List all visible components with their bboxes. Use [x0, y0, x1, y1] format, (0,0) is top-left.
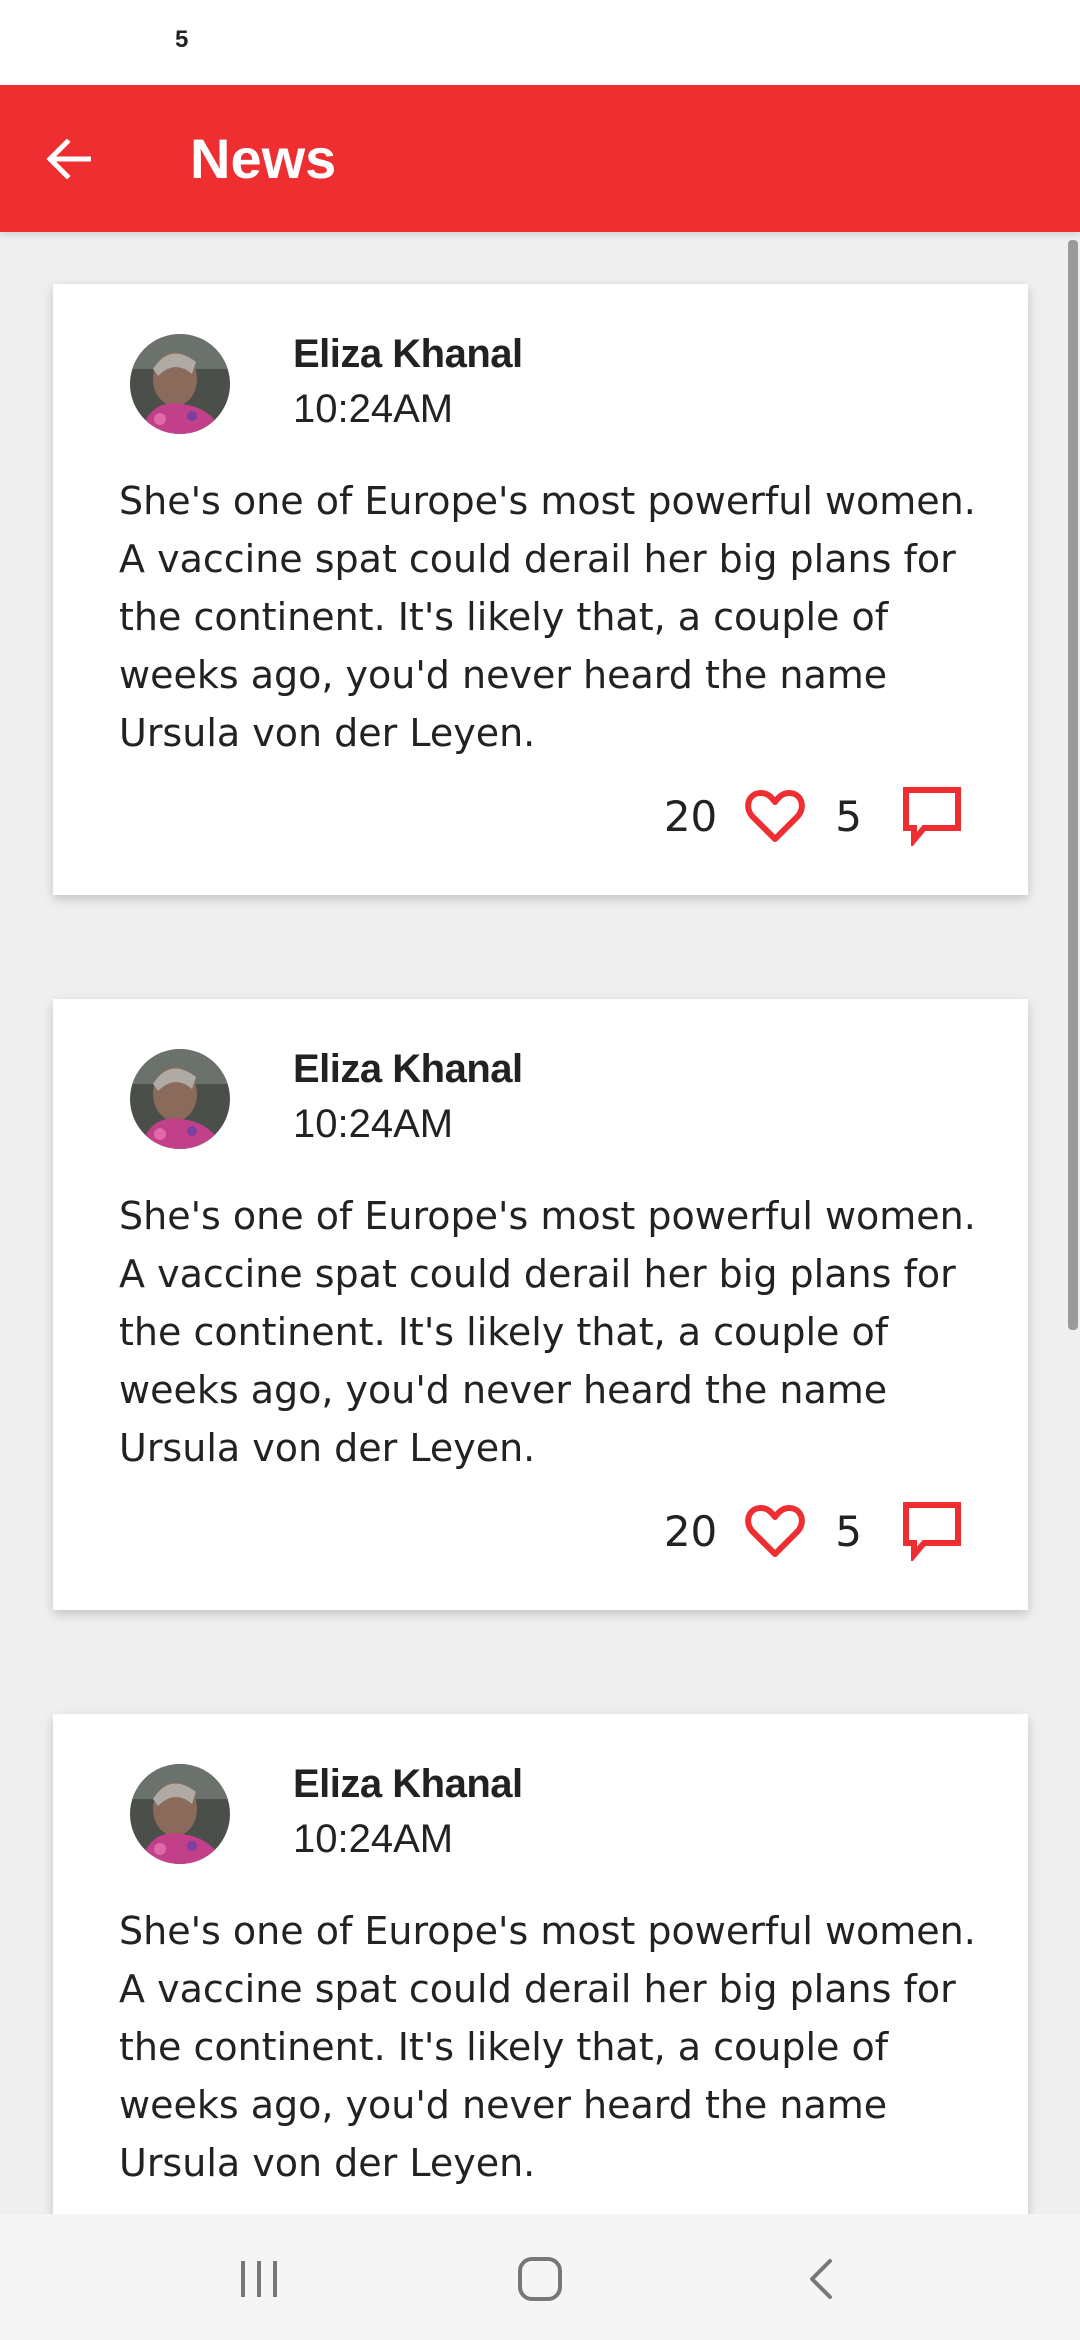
avatar[interactable]: [130, 1764, 230, 1864]
like-button[interactable]: [745, 1504, 806, 1558]
comment-button[interactable]: [902, 786, 962, 846]
home-button[interactable]: [500, 2244, 580, 2314]
news-card[interactable]: Eliza Khanal 10:24AM She's one of Europe…: [53, 999, 1028, 1610]
recents-button[interactable]: [219, 2244, 299, 2314]
back-button[interactable]: [36, 129, 100, 189]
post-time: 10:24AM: [293, 1102, 454, 1146]
like-button[interactable]: [745, 789, 806, 843]
comment-button[interactable]: [902, 1501, 962, 1561]
recents-icon: [241, 2261, 277, 2297]
status-indicator: 5: [175, 26, 189, 53]
avatar-image: [130, 1049, 230, 1149]
system-nav-bar: [0, 2214, 1080, 2340]
heart-icon: [745, 790, 806, 842]
post-time: 10:24AM: [293, 387, 454, 431]
status-bar: 5: [0, 0, 1080, 85]
back-chevron-icon: [810, 2259, 832, 2299]
home-icon: [518, 2257, 562, 2301]
news-card[interactable]: Eliza Khanal 10:24AM She's one of Europe…: [53, 1714, 1028, 2214]
post-actions: 20 5: [664, 1499, 962, 1563]
like-count: 20: [663, 1506, 718, 1556]
post-text: She's one of Europe's most powerful wome…: [119, 479, 976, 755]
comment-count: 5: [835, 791, 862, 841]
avatar-image: [130, 1764, 230, 1864]
news-feed[interactable]: Eliza Khanal 10:24AM She's one of Europe…: [0, 232, 1080, 2214]
heart-icon: [745, 1505, 806, 1557]
arrow-left-icon: [46, 139, 91, 179]
nav-back-button[interactable]: [781, 2244, 861, 2314]
author-name: Eliza Khanal: [293, 332, 523, 376]
avatar[interactable]: [130, 1049, 230, 1149]
comment-icon: [903, 787, 961, 846]
post-actions: 20 5: [664, 784, 962, 848]
post-text: She's one of Europe's most powerful wome…: [119, 1194, 976, 1470]
page-title: News: [190, 127, 337, 190]
comment-icon: [903, 1502, 961, 1561]
post-time: 10:24AM: [293, 1817, 454, 1861]
avatar-image: [130, 334, 230, 434]
post-text: She's one of Europe's most powerful wome…: [119, 1909, 976, 2185]
avatar[interactable]: [130, 334, 230, 434]
author-name: Eliza Khanal: [293, 1762, 523, 1806]
comment-count: 5: [835, 1506, 862, 1556]
news-card[interactable]: Eliza Khanal 10:24AM She's one of Europe…: [53, 284, 1028, 895]
author-name: Eliza Khanal: [293, 1047, 523, 1091]
app-bar: News: [0, 85, 1080, 232]
like-count: 20: [663, 791, 718, 841]
